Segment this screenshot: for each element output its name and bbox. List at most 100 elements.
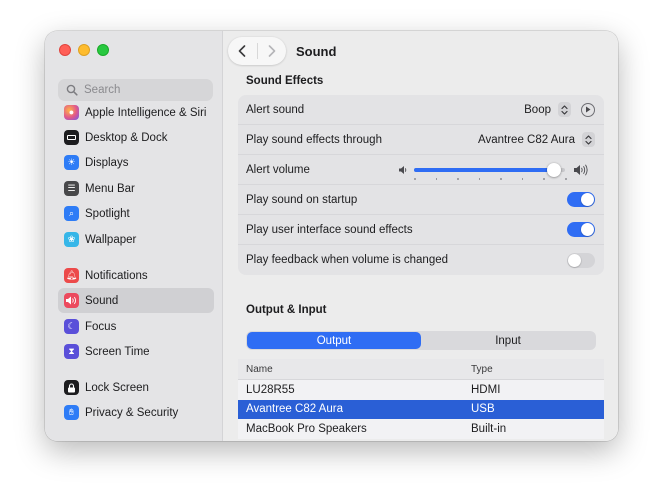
slider-tick [457, 178, 459, 180]
forward-button[interactable] [258, 37, 287, 65]
sidebar: Search ● Apple Intelligence & Siri Deskt… [45, 31, 223, 441]
tab-output[interactable]: Output [247, 332, 421, 349]
settings-window: Search ● Apple Intelligence & Siri Deskt… [45, 31, 618, 441]
main-content: Sound Sound Effects Alert sound Boop Pla… [223, 31, 618, 441]
column-header-name[interactable]: Name [238, 364, 471, 375]
output-through-value[interactable]: Avantree C82 Aura [478, 134, 575, 146]
up-down-chevron-icon [561, 104, 568, 115]
sidebar-item-label: Wallpaper [85, 233, 137, 246]
alert-volume-row: Alert volume [238, 155, 604, 185]
page-title: Sound [296, 44, 337, 59]
sidebar-item-label: Apple Intelligence & Siri [85, 106, 207, 119]
sidebar-item-privacy-security[interactable]: ✋︎ Privacy & Security [58, 400, 214, 425]
tab-input[interactable]: Input [421, 332, 595, 349]
alert-sound-row: Alert sound Boop [238, 95, 604, 125]
volume-high-icon [574, 164, 588, 176]
slider-tick [521, 178, 524, 180]
sidebar-item-spotlight[interactable]: ⌕ Spotlight [58, 201, 214, 226]
dock-icon [64, 130, 79, 145]
device-type: Built-in [471, 422, 507, 435]
play-icon [586, 106, 591, 113]
sidebar-item-lock-screen[interactable]: Lock Screen [58, 375, 214, 400]
sidebar-item-wallpaper[interactable]: ❀ Wallpaper [58, 227, 214, 252]
sidebar-item-desktop-dock[interactable]: Desktop & Dock [58, 125, 214, 150]
sidebar-item-screen-time[interactable]: ⧗ Screen Time [58, 339, 214, 364]
table-header: Name Type [238, 359, 604, 380]
chevron-left-icon [238, 45, 246, 57]
sound-effects-heading: Sound Effects [246, 75, 324, 87]
column-header-type[interactable]: Type [471, 364, 604, 375]
table-row[interactable]: Avantree C82 Aura USB [238, 399, 604, 419]
output-through-row: Play sound effects through Avantree C82 … [238, 125, 604, 155]
alert-sound-label: Alert sound [246, 103, 305, 116]
sidebar-item-label: Lock Screen [85, 381, 149, 394]
hand-icon: ✋︎ [64, 405, 79, 420]
slider-tick [435, 178, 438, 180]
spotlight-icon: ⌕ [64, 206, 79, 221]
hourglass-icon: ⧗ [64, 344, 79, 359]
output-input-heading: Output & Input [246, 304, 327, 316]
sidebar-item-displays[interactable]: ☀ Displays [58, 150, 214, 175]
menu-bar-icon: ☰ [64, 181, 79, 196]
sidebar-item-label: Privacy & Security [85, 406, 179, 419]
slider-tick [414, 178, 416, 180]
sidebar-item-label: Screen Time [85, 345, 150, 358]
alert-volume-slider[interactable] [399, 155, 593, 185]
chevron-right-icon [268, 45, 276, 57]
search-placeholder: Search [84, 84, 121, 96]
volume-feedback-row: Play feedback when volume is changed [238, 245, 604, 275]
sidebar-item-label: Sound [85, 294, 119, 307]
output-through-label: Play sound effects through [246, 133, 382, 146]
zoom-window-button[interactable] [97, 44, 109, 56]
output-through-popup-button[interactable] [582, 132, 595, 147]
lock-icon [64, 380, 79, 395]
notifications-bell-icon: 🔔︎ [64, 268, 79, 283]
search-field[interactable]: Search [58, 79, 213, 101]
sidebar-item-label: Displays [85, 156, 129, 169]
table-row[interactable]: MacBook Pro Speakers Built-in [238, 419, 604, 439]
output-input-segmented-control: Output Input [246, 331, 596, 350]
ui-sound-effects-toggle[interactable] [567, 222, 595, 237]
sidebar-item-label: Menu Bar [85, 182, 135, 195]
startup-sound-row: Play sound on startup [238, 185, 604, 215]
startup-sound-label: Play sound on startup [246, 193, 358, 206]
siri-icon: ● [64, 105, 79, 120]
volume-feedback-toggle[interactable] [567, 252, 595, 268]
device-type: HDMI [471, 383, 501, 396]
alert-sound-value[interactable]: Boop [524, 104, 551, 116]
device-name: MacBook Pro Speakers [246, 422, 367, 435]
slider-track [414, 163, 565, 177]
minimize-window-button[interactable] [78, 44, 90, 56]
alert-sound-popup-button[interactable] [558, 102, 571, 117]
ui-sound-effects-row: Play user interface sound effects [238, 215, 604, 245]
toggle-knob [581, 193, 594, 206]
ui-sound-effects-label: Play user interface sound effects [246, 223, 413, 236]
sound-effects-panel: Alert sound Boop Play sound effects thro… [238, 95, 604, 275]
slider-thumb[interactable] [547, 163, 562, 177]
navigation-buttons [228, 37, 286, 65]
search-icon [66, 84, 78, 96]
play-alert-sound-button[interactable] [581, 102, 595, 117]
slider-tick [500, 178, 502, 180]
device-name: LU28R55 [246, 383, 295, 396]
slider-tick [565, 178, 567, 180]
output-devices-table: Name Type LU28R55 HDMI Avantree C82 Aura… [238, 359, 604, 441]
sidebar-item-menu-bar[interactable]: ☰ Menu Bar [58, 176, 214, 201]
moon-icon: ☾ [64, 319, 79, 334]
volume-feedback-label: Play feedback when volume is changed [246, 254, 449, 266]
slider-fill [414, 168, 555, 172]
close-window-button[interactable] [59, 44, 71, 56]
volume-low-icon [399, 166, 407, 174]
up-down-chevron-icon [585, 134, 592, 145]
back-button[interactable] [228, 37, 257, 65]
sidebar-item-notifications[interactable]: 🔔︎ Notifications [58, 263, 214, 288]
startup-sound-toggle[interactable] [567, 192, 595, 207]
sidebar-item-focus[interactable]: ☾ Focus [58, 314, 214, 339]
sidebar-item-label: Focus [85, 320, 117, 333]
table-row[interactable]: LU28R55 HDMI [238, 380, 604, 400]
sidebar-item-apple-intelligence[interactable]: ● Apple Intelligence & Siri [58, 100, 214, 125]
sidebar-item-label: Spotlight [85, 207, 130, 220]
slider-tick [478, 178, 481, 180]
brightness-icon: ☀ [64, 155, 79, 170]
sidebar-item-sound[interactable]: Sound [58, 288, 214, 313]
